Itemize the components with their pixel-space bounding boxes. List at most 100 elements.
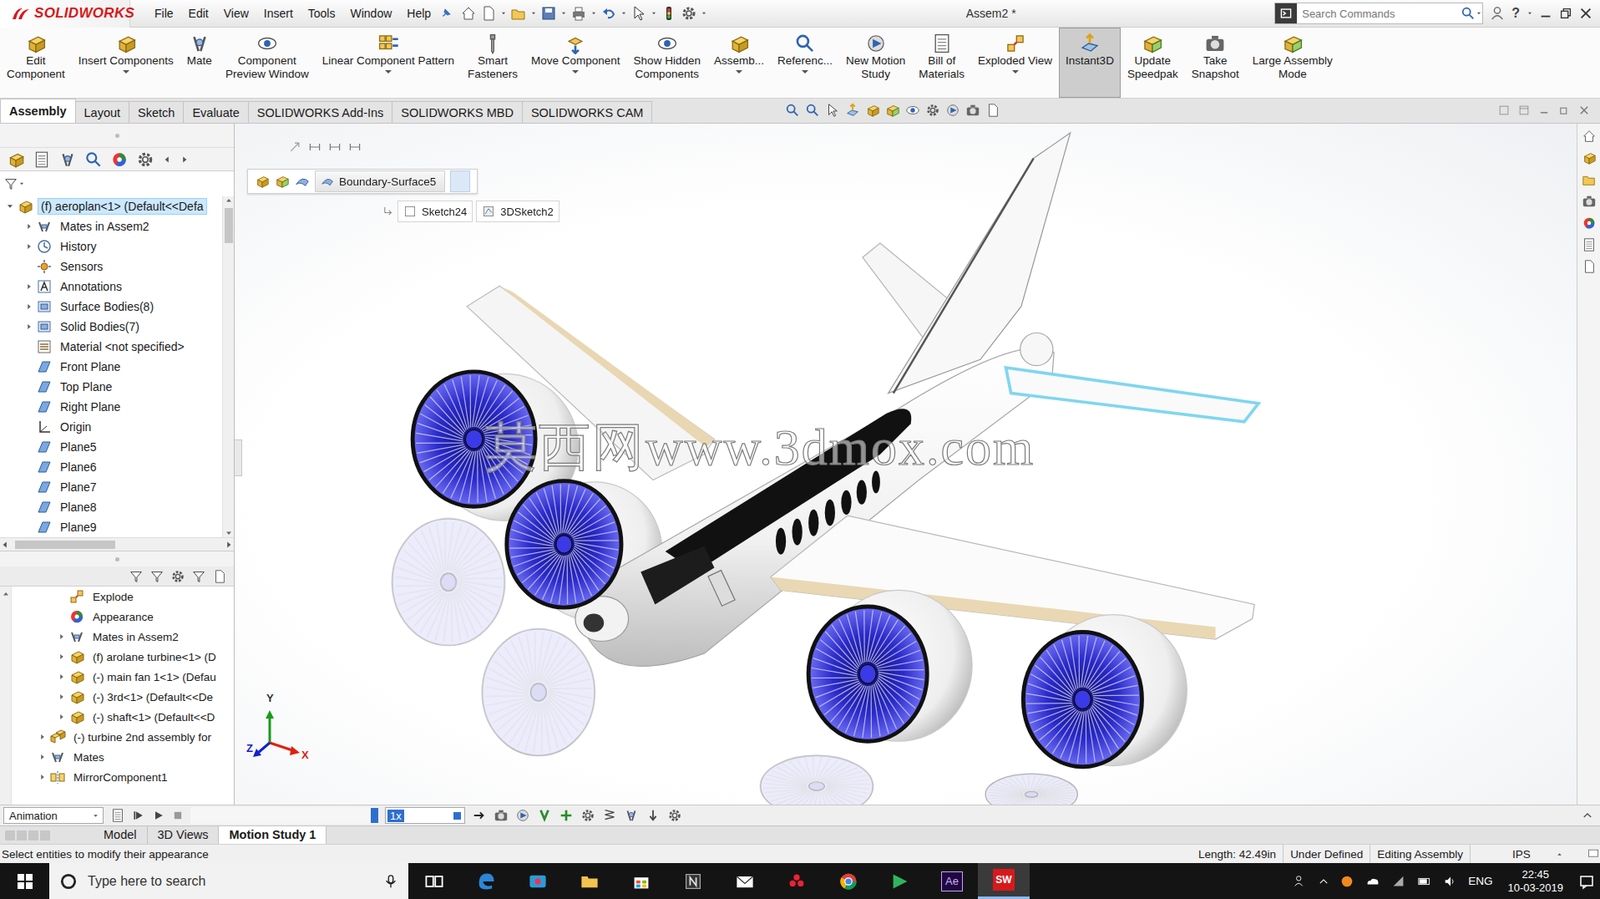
tab-nav-arrow-icon[interactable] (5, 830, 16, 841)
expand-arrow-icon[interactable] (22, 299, 36, 314)
panel-tab-icon[interactable] (110, 150, 129, 169)
task-pane-icon[interactable] (1581, 215, 1597, 231)
pointer-icon[interactable] (288, 140, 302, 154)
scroll-right-icon[interactable] (179, 154, 190, 165)
units-selector[interactable]: IPS (1469, 844, 1587, 864)
tree-label[interactable]: Right Plane (56, 398, 124, 416)
command-tab[interactable]: Evaluate (182, 101, 249, 123)
tree-item[interactable]: History (0, 236, 223, 257)
gear-icon[interactable] (170, 568, 186, 584)
rebuild-traffic-light-icon[interactable] (660, 5, 678, 22)
expand-arrow-icon[interactable] (22, 219, 36, 233)
dropdown-arrow-icon[interactable] (735, 70, 743, 74)
taskbar-app[interactable] (511, 862, 564, 899)
menu-item[interactable]: Insert (256, 0, 301, 28)
task-pane-icon[interactable] (1581, 258, 1597, 274)
menu-item[interactable]: File (146, 0, 182, 28)
study-type-dropdown[interactable]: Animation (3, 806, 104, 824)
tree-label[interactable]: Mates (70, 749, 108, 765)
task-pane-icon[interactable] (1581, 237, 1597, 253)
scroll-left-icon[interactable] (0, 539, 11, 550)
tree-label[interactable]: Annotations (56, 278, 126, 295)
filter-icon[interactable] (128, 568, 144, 584)
gravity-icon[interactable] (645, 807, 661, 823)
new-document-icon[interactable] (480, 5, 497, 22)
tree-label[interactable]: Plane6 (56, 458, 101, 476)
command-tab[interactable]: Layout (75, 101, 131, 123)
playback-speed[interactable]: 1x (384, 806, 466, 824)
panel-tab-icon[interactable] (84, 150, 103, 169)
taskbar-app[interactable] (460, 862, 512, 899)
expand-arrow-icon[interactable] (22, 239, 36, 254)
tree-item[interactable]: Plane8 (0, 496, 223, 517)
tab-nav-arrow-icon[interactable] (28, 830, 39, 841)
collapse-icon[interactable] (1581, 809, 1594, 821)
autokey-icon[interactable] (536, 807, 552, 823)
panel-collapse-handle[interactable] (234, 439, 243, 476)
part-icon[interactable] (274, 173, 290, 189)
tree-label[interactable]: Material <not specified> (56, 338, 188, 355)
command-tab[interactable]: SOLIDWORKS Add-Ins (248, 101, 394, 123)
select-arrow-icon[interactable] (630, 5, 648, 22)
menu-item[interactable]: Help (399, 0, 439, 28)
task-pane-icon[interactable] (1581, 128, 1597, 144)
tree-label[interactable]: Front Plane (56, 358, 124, 375)
action-center-icon[interactable] (1578, 872, 1595, 890)
bottom-tab[interactable]: Model (93, 825, 148, 844)
scroll-down-icon[interactable] (224, 528, 233, 537)
tree-item[interactable]: Sensors (0, 256, 223, 277)
play-from-start-icon[interactable] (131, 808, 146, 822)
breadcrumb-child[interactable]: Sketch24 (397, 200, 473, 223)
taskbar-search[interactable]: Type here to search (49, 862, 409, 899)
tree-item[interactable]: Right Plane (0, 396, 223, 417)
wizard-icon[interactable] (515, 807, 531, 823)
view-tool-icon[interactable] (945, 102, 961, 118)
view-tool-icon[interactable] (784, 102, 800, 118)
breadcrumb-child[interactable]: 3DSketch2 (475, 200, 560, 223)
tree-label[interactable]: Explode (89, 588, 137, 605)
dropdown-arrow-icon[interactable] (1012, 70, 1019, 74)
dimension-icon[interactable] (348, 140, 362, 154)
ribbon-button[interactable]: Large AssemblyMode (1245, 27, 1340, 98)
view-tool-icon[interactable] (825, 102, 841, 118)
motor-icon[interactable] (580, 807, 596, 823)
taskbar-app[interactable]: SW (977, 862, 1030, 899)
tree-label[interactable]: Mates in Assem2 (89, 628, 183, 645)
save-icon[interactable] (540, 5, 557, 22)
expand-arrow-icon[interactable] (22, 319, 36, 334)
tree-label[interactable]: Top Plane (56, 378, 116, 395)
ribbon-button[interactable]: Instant3D (1058, 27, 1121, 98)
ribbon-button[interactable]: Referenc... (770, 27, 840, 98)
view-tool-icon[interactable] (925, 102, 941, 118)
view-tool-icon[interactable] (865, 102, 881, 118)
clock[interactable]: 22:4510-03-2019 (1503, 867, 1570, 895)
scroll-thumb[interactable] (15, 540, 116, 549)
tree-label[interactable]: (-) turbine 2nd assembly for (70, 729, 215, 745)
playback-mode-icon[interactable] (471, 807, 487, 823)
tree-label[interactable]: (-) shaft<1> (Default<<D (89, 708, 218, 725)
tree-item[interactable]: Material <not specified> (0, 336, 223, 357)
dropdown-arrow-icon[interactable] (384, 70, 392, 74)
tree-label[interactable]: Plane5 (56, 438, 101, 456)
options-gear-icon[interactable] (680, 5, 698, 22)
filter-icon[interactable] (3, 176, 19, 192)
ribbon-button[interactable]: New MotionStudy (839, 27, 912, 98)
filter-icon[interactable] (191, 568, 207, 584)
magnifier-icon[interactable] (1460, 5, 1476, 21)
view-tool-icon[interactable] (885, 102, 901, 118)
tree-item[interactable]: (f) aeroplan<1> (Default<<Defa (0, 196, 223, 217)
ribbon-button[interactable]: Show HiddenComponents (627, 27, 708, 98)
user-icon[interactable] (1489, 5, 1505, 21)
tree-label[interactable]: Surface Bodies(8) (56, 298, 157, 315)
tree-label[interactable]: Mates in Assem2 (56, 217, 153, 235)
taskbar-app[interactable] (408, 862, 461, 899)
task-pane-icon[interactable] (1581, 193, 1597, 209)
tree-item[interactable]: (f) arolane turbine<1> (D (11, 646, 234, 667)
expand-arrow-icon[interactable] (35, 769, 50, 784)
task-pane-icon[interactable] (1581, 172, 1597, 188)
dropdown-arrow-icon[interactable] (572, 70, 579, 74)
close-icon[interactable] (1578, 5, 1594, 21)
expand-arrow-icon[interactable] (55, 629, 69, 644)
dropdown-arrow-icon[interactable] (650, 10, 658, 17)
dropdown-arrow-icon[interactable] (1475, 10, 1483, 17)
